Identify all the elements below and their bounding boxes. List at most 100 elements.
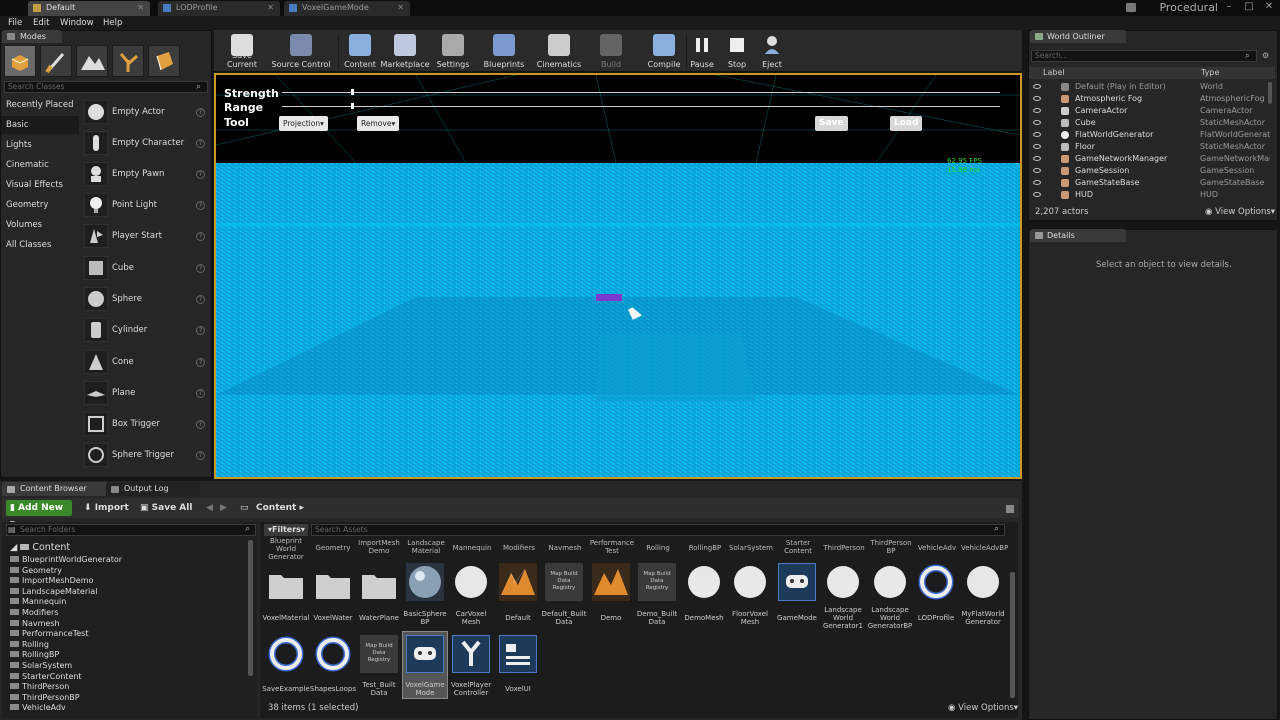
asset-label[interactable]: ShapesLoops bbox=[307, 685, 359, 693]
folder-tile-label[interactable]: Starter Content bbox=[775, 539, 821, 555]
actor-item[interactable]: Point Light? bbox=[82, 191, 208, 221]
asset-label[interactable]: SaveExample bbox=[260, 685, 312, 693]
maximize-icon[interactable]: □ bbox=[1242, 0, 1256, 14]
settings-button[interactable]: Settings bbox=[434, 30, 472, 72]
eject-button[interactable]: Eject bbox=[758, 30, 786, 72]
folder-item[interactable]: Modifiers bbox=[10, 608, 59, 619]
help-icon[interactable]: ? bbox=[196, 326, 205, 335]
folder-item[interactable]: SolarSystem bbox=[10, 661, 72, 672]
add-new-button[interactable]: ▮ Add New ▾ bbox=[6, 500, 72, 529]
close-window-icon[interactable]: ✕ bbox=[1262, 0, 1276, 14]
folder-tile-label[interactable]: RollingBP bbox=[682, 544, 728, 552]
asset-label[interactable]: Demo_Built Data bbox=[631, 610, 683, 626]
visibility-eye-icon[interactable] bbox=[1033, 144, 1041, 149]
folder-item[interactable]: PerformanceTest bbox=[10, 629, 88, 640]
asset-label[interactable]: WaterPlane bbox=[353, 614, 405, 622]
sphere-mesh-icon[interactable] bbox=[452, 563, 490, 601]
folder-tile-label[interactable]: SolarSystem bbox=[728, 544, 774, 552]
lock-icon[interactable] bbox=[1006, 505, 1014, 513]
content-browser-tab[interactable]: Content Browser bbox=[2, 482, 108, 496]
breadcrumb[interactable]: Content ▸ bbox=[252, 500, 308, 516]
category-recently-placed[interactable]: Recently Placed bbox=[1, 96, 79, 114]
map-build-data-icon[interactable]: Map Build Data Registry bbox=[638, 563, 676, 601]
asset-label[interactable]: CarVoxel Mesh bbox=[445, 610, 497, 626]
breadcrumb-content[interactable]: Content bbox=[256, 503, 296, 513]
folder-item[interactable]: ImportMeshDemo bbox=[10, 576, 93, 587]
tab-lodprofile[interactable]: LODProfile ✕ bbox=[158, 1, 280, 16]
folder-item[interactable]: ThirdPersonBP bbox=[10, 693, 80, 704]
marketplace-button[interactable]: Marketplace bbox=[380, 30, 430, 72]
blueprints-button[interactable]: Blueprints bbox=[482, 30, 526, 72]
folder-item[interactable]: RollingBP bbox=[10, 650, 59, 661]
asset-scrollbar[interactable] bbox=[1010, 572, 1015, 698]
folder-item[interactable]: StarterContent bbox=[10, 672, 82, 683]
folder-tile-label[interactable]: Performance Test bbox=[589, 539, 635, 555]
sphere-mesh-icon[interactable] bbox=[964, 563, 1002, 601]
modes-tab[interactable]: Modes bbox=[2, 30, 62, 43]
class-search-input[interactable]: Search Classes bbox=[4, 81, 208, 93]
asset-label[interactable]: LODProfile bbox=[910, 614, 962, 622]
folder-icon[interactable] bbox=[360, 565, 398, 603]
asset-label[interactable]: Landscape World Generator1 bbox=[817, 606, 869, 630]
asset-search-input[interactable]: Search Assets bbox=[311, 524, 1005, 536]
category-visual-effects[interactable]: Visual Effects bbox=[1, 176, 79, 194]
actor-item[interactable]: Sphere Trigger? bbox=[82, 441, 208, 471]
back-button[interactable]: ◀ bbox=[202, 500, 217, 516]
actor-item[interactable]: Player Start? bbox=[82, 222, 208, 252]
actor-item[interactable]: Sphere? bbox=[82, 285, 208, 315]
folder-item[interactable]: BlueprintWorldGenerator bbox=[10, 555, 122, 566]
help-icon[interactable]: ? bbox=[196, 358, 205, 367]
folder-tile-label[interactable]: Geometry bbox=[310, 544, 356, 552]
visibility-eye-icon[interactable] bbox=[1033, 132, 1041, 137]
save-button[interactable]: Save bbox=[815, 116, 848, 131]
range-slider-handle[interactable] bbox=[351, 103, 354, 109]
collections-icon[interactable]: ▤ bbox=[8, 525, 16, 534]
folder-search-input[interactable]: Search Folders bbox=[6, 524, 256, 536]
actor-item[interactable]: Cone? bbox=[82, 348, 208, 378]
asset-label[interactable]: VoxelMaterial bbox=[260, 614, 312, 622]
minimize-icon[interactable]: – bbox=[1222, 0, 1236, 14]
asset-label[interactable]: Demo bbox=[585, 614, 637, 622]
tab-voxelgamemode[interactable]: VoxelGameMode ✕ bbox=[284, 1, 410, 16]
landscape-mode-icon[interactable] bbox=[76, 45, 108, 77]
asset-label[interactable]: VoxelWater bbox=[307, 614, 359, 622]
visibility-eye-icon[interactable] bbox=[1033, 168, 1041, 173]
stop-button[interactable]: Stop bbox=[722, 30, 752, 72]
help-icon[interactable]: ? bbox=[196, 451, 205, 460]
asset-label[interactable]: BasicSphere BP bbox=[399, 610, 451, 626]
menu-help[interactable]: Help bbox=[103, 16, 122, 30]
outliner-row[interactable]: Atmospheric Fog AtmosphericFog bbox=[1029, 93, 1269, 105]
save-all-button[interactable]: ▣ Save All bbox=[136, 500, 196, 516]
category-lights[interactable]: Lights bbox=[1, 136, 79, 154]
help-icon[interactable]: ? bbox=[196, 139, 205, 148]
strength-slider[interactable] bbox=[282, 92, 1000, 93]
folder-item[interactable]: ThirdPerson bbox=[10, 682, 69, 693]
asset-label[interactable]: VoxelUI bbox=[492, 685, 544, 693]
help-icon[interactable]: ? bbox=[196, 389, 205, 398]
sphere-mesh-icon[interactable] bbox=[871, 563, 909, 601]
ring-asset-icon[interactable] bbox=[314, 635, 352, 673]
sphere-mesh-icon[interactable] bbox=[685, 563, 723, 601]
level-viewport[interactable] bbox=[214, 73, 1022, 479]
widget-blueprint-icon[interactable] bbox=[499, 635, 537, 673]
visibility-eye-icon[interactable] bbox=[1033, 84, 1041, 89]
visibility-eye-icon[interactable] bbox=[1033, 120, 1041, 125]
menu-edit[interactable]: Edit bbox=[33, 16, 49, 30]
cinematics-button[interactable]: Cinematics bbox=[536, 30, 582, 72]
asset-label[interactable]: VoxelPlayer Controller bbox=[445, 681, 497, 697]
folder-tile-label[interactable]: Mannequin bbox=[449, 544, 495, 552]
actor-item[interactable]: Cylinder? bbox=[82, 316, 208, 346]
gamepad-icon[interactable] bbox=[778, 563, 816, 601]
settings-icon[interactable]: ⚙ bbox=[1262, 51, 1269, 60]
asset-label[interactable]: DemoMesh bbox=[678, 614, 730, 622]
actor-item[interactable]: Empty Pawn? bbox=[82, 160, 208, 190]
import-button[interactable]: ⬇ Import bbox=[80, 500, 133, 516]
folder-tile-label[interactable]: Modifiers bbox=[496, 544, 542, 552]
load-button[interactable]: Load bbox=[890, 116, 923, 131]
help-icon[interactable]: ? bbox=[196, 201, 205, 210]
folder-root[interactable]: ◢ Content bbox=[10, 542, 70, 553]
foliage-mode-icon[interactable] bbox=[112, 45, 144, 77]
column-label[interactable]: Label bbox=[1043, 67, 1065, 79]
outliner-scrollbar[interactable] bbox=[1268, 82, 1272, 104]
actor-item[interactable]: Plane? bbox=[82, 379, 208, 409]
